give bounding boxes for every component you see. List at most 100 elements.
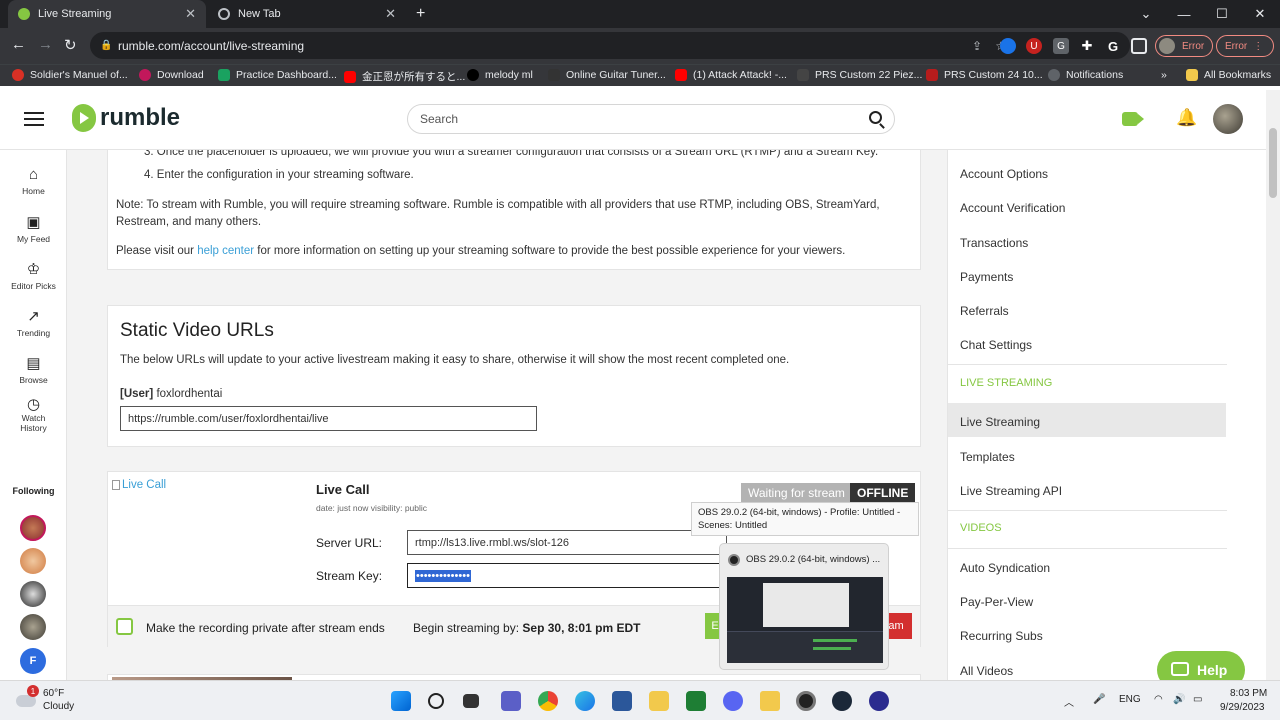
file-explorer-icon[interactable] <box>649 691 669 711</box>
sidebar-item-account-verification[interactable]: Account Verification <box>960 201 1065 215</box>
following-channel-avatar[interactable] <box>20 581 46 607</box>
live-call-title[interactable]: Live Call <box>316 482 369 497</box>
google-icon[interactable]: G <box>1105 38 1121 54</box>
new-tab-button[interactable]: + <box>416 5 425 23</box>
weather-widget[interactable]: 1 <box>16 685 39 711</box>
nav-trending[interactable]: ↗ Trending <box>0 307 67 338</box>
share-icon[interactable]: ⇪ <box>972 39 982 53</box>
page-scrollbar[interactable] <box>1266 90 1280 680</box>
nav-browse[interactable]: ▤ Browse <box>0 354 67 385</box>
ublock-icon[interactable]: U <box>1026 38 1042 54</box>
sidebar-item-pay-per-view[interactable]: Pay-Per-View <box>960 595 1033 609</box>
app-green-icon[interactable] <box>686 691 706 711</box>
sidebar-item-transactions[interactable]: Transactions <box>960 236 1028 250</box>
close-tab-icon[interactable]: ✕ <box>385 6 396 22</box>
bookmark-item[interactable]: Download <box>139 69 204 81</box>
sidebar-item-referrals[interactable]: Referrals <box>960 304 1009 318</box>
extension-g-icon[interactable]: G <box>1053 38 1069 54</box>
app-yellow-icon[interactable] <box>760 691 780 711</box>
show-hidden-icons[interactable]: ︿ <box>1064 694 1074 709</box>
tab-search-icon[interactable]: ⌄ <box>1127 0 1165 28</box>
obs-taskbar-preview[interactable]: OBS 29.0.2 (64-bit, windows) ... <box>719 543 889 670</box>
nav-home[interactable]: ⌂ Home <box>0 166 67 196</box>
bookmark-item[interactable]: Practice Dashboard... <box>218 69 337 81</box>
sidebar-item-auto-syndication[interactable]: Auto Syndication <box>960 561 1050 575</box>
reload-icon[interactable]: ↻ <box>64 36 77 54</box>
sidebar-item-chat-settings[interactable]: Chat Settings <box>960 338 1032 352</box>
steam-icon[interactable] <box>832 691 852 711</box>
bookmark-item[interactable]: PRS Custom 24 10... <box>926 69 1043 81</box>
bookmarks-overflow-button[interactable]: » <box>1161 69 1167 81</box>
help-center-link[interactable]: help center <box>197 245 254 257</box>
all-bookmarks-folder[interactable]: All Bookmarks <box>1186 69 1271 81</box>
close-window-button[interactable]: ✕ <box>1241 0 1279 28</box>
go-live-camera-icon[interactable] <box>1122 112 1144 126</box>
clock-date[interactable]: 9/29/2023 <box>1220 702 1265 713</box>
tiktok-icon <box>467 69 479 81</box>
following-channel-avatar[interactable]: F <box>20 648 46 674</box>
bookmark-item[interactable]: Online Guitar Tuner... <box>548 69 666 81</box>
search-input[interactable]: Search <box>407 104 895 134</box>
nav-my-feed[interactable]: ▣ My Feed <box>0 213 67 244</box>
nav-editor-picks[interactable]: ♔ Editor Picks <box>0 260 67 291</box>
back-icon[interactable]: ← <box>11 36 26 53</box>
discord-icon[interactable] <box>723 691 743 711</box>
sidebar-item-templates[interactable]: Templates <box>960 450 1015 464</box>
bookmark-item[interactable]: Notifications <box>1048 69 1123 81</box>
extension-blue-icon[interactable] <box>1000 38 1016 54</box>
chrome-update-error-button[interactable]: Error ⋮ <box>1216 35 1274 57</box>
search-icon[interactable] <box>869 111 882 124</box>
audio-app-icon[interactable] <box>869 691 889 711</box>
sidebar-item-all-videos[interactable]: All Videos <box>960 664 1013 678</box>
language-indicator[interactable]: ENG <box>1119 694 1141 705</box>
url-bar[interactable]: 🔒 rumble.com/account/live-streaming ⇪ ☆ <box>90 32 1130 59</box>
sidebar-item-live-streaming-api[interactable]: Live Streaming API <box>960 484 1062 498</box>
following-channel-avatar[interactable] <box>20 515 46 541</box>
following-channel-avatar[interactable] <box>20 548 46 574</box>
sidebar-item-live-streaming[interactable]: Live Streaming <box>960 415 1040 429</box>
bookmark-item[interactable]: 金正恩が所有すると... <box>344 69 465 84</box>
sidepanel-icon[interactable] <box>1131 38 1147 54</box>
minimize-button[interactable]: — <box>1165 0 1203 28</box>
stream-key-field[interactable]: •••••••••••••• <box>407 563 727 588</box>
sidebar-item-payments[interactable]: Payments <box>960 270 1013 284</box>
bookmark-item[interactable]: Soldier's Manuel of... <box>12 69 128 81</box>
sidebar-item-account-options[interactable]: Account Options <box>960 167 1048 181</box>
hamburger-menu-icon[interactable] <box>24 112 44 126</box>
microphone-icon[interactable]: 🎤 <box>1093 694 1105 705</box>
obs-taskbar-icon[interactable] <box>796 691 816 711</box>
user-live-url-field[interactable]: https://rumble.com/user/foxlordhentai/li… <box>120 406 537 431</box>
teams-icon[interactable] <box>501 691 521 711</box>
wifi-icon[interactable]: ◠ <box>1154 694 1163 705</box>
bookmark-item[interactable]: melody ml <box>467 69 533 81</box>
following-channel-avatar[interactable] <box>20 614 46 640</box>
bookmark-item[interactable]: (1) Attack Attack! -... <box>675 69 787 81</box>
scrollbar-thumb[interactable] <box>1269 128 1277 198</box>
bookmark-item[interactable]: PRS Custom 22 Piez... <box>797 69 922 81</box>
bell-icon[interactable]: 🔔 <box>1176 108 1197 128</box>
sidebar-item-recurring-subs[interactable]: Recurring Subs <box>960 629 1043 643</box>
clock-time[interactable]: 8:03 PM <box>1230 688 1267 699</box>
tab-live-streaming[interactable]: Live Streaming ✕ <box>8 0 206 28</box>
user-avatar[interactable] <box>1213 104 1243 134</box>
profile-error-button[interactable]: Error <box>1155 35 1213 57</box>
nav-watch-history[interactable]: ◷ Watch History <box>0 397 67 433</box>
volume-icon[interactable]: 🔊 <box>1173 694 1185 705</box>
stream-key-label: Stream Key: <box>316 569 383 583</box>
tab-new-tab[interactable]: New Tab ✕ <box>208 0 406 28</box>
server-url-field[interactable]: rtmp://ls13.live.rmbl.ws/slot-126 <box>407 530 727 555</box>
chrome-taskbar-icon[interactable] <box>538 691 558 711</box>
close-tab-icon[interactable]: ✕ <box>185 6 196 22</box>
rumble-logo[interactable]: rumble <box>72 104 180 132</box>
maximize-button[interactable]: ☐ <box>1203 0 1241 28</box>
private-recording-checkbox[interactable] <box>116 618 133 635</box>
taskbar-search-icon[interactable] <box>428 693 444 709</box>
forward-icon[interactable]: → <box>38 36 53 53</box>
extensions-puzzle-icon[interactable]: ✚ <box>1079 38 1095 54</box>
task-view-icon[interactable] <box>463 694 479 708</box>
store-icon[interactable] <box>612 691 632 711</box>
battery-icon[interactable]: ▭ <box>1193 694 1202 705</box>
edge-icon[interactable] <box>575 691 595 711</box>
windows-start-icon[interactable] <box>391 691 411 711</box>
live-call-thumbnail[interactable]: Live Call <box>112 479 166 491</box>
